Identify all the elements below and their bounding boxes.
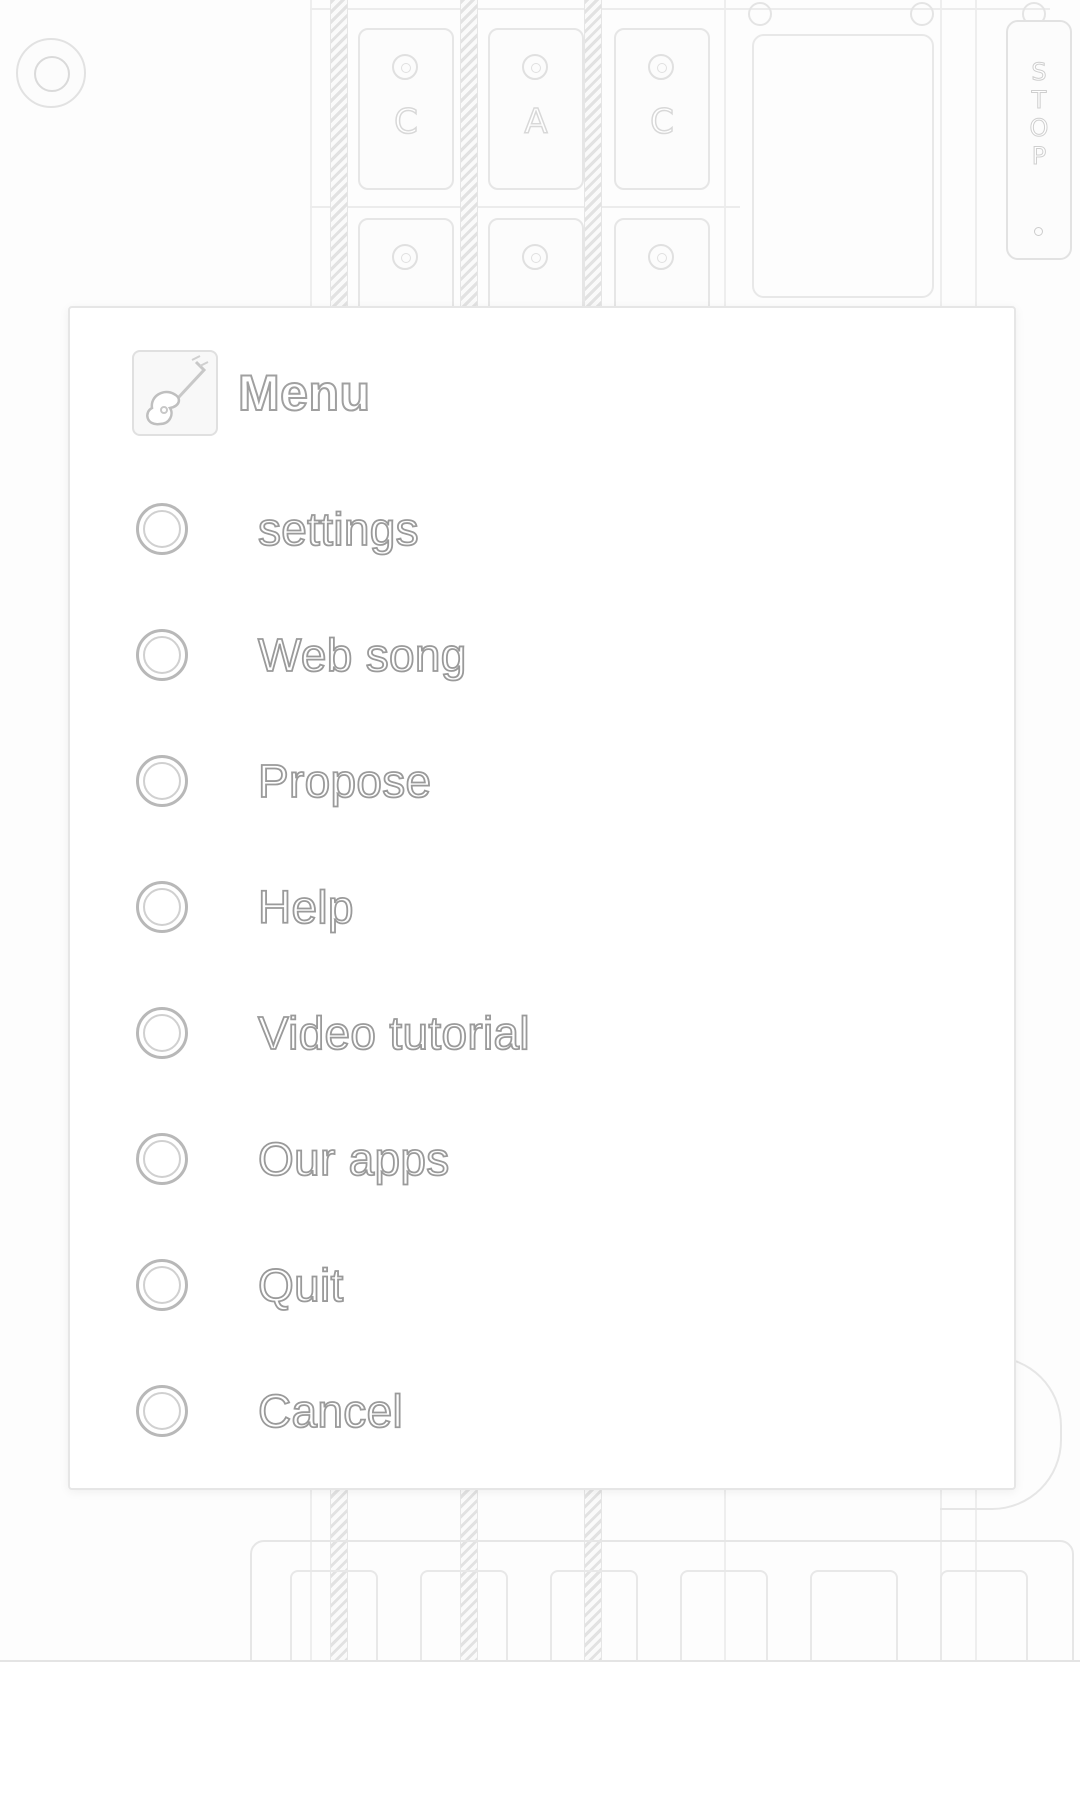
menu-item-settings[interactable]: settings <box>70 466 1014 592</box>
menu-dialog: Menu settings Web song Propose Help Vide… <box>68 306 1016 1490</box>
chord-key[interactable]: A <box>488 28 584 190</box>
radio-button[interactable] <box>136 1133 188 1185</box>
bottom-key[interactable] <box>680 1570 768 1660</box>
menu-item-label: Our apps <box>257 1132 450 1186</box>
dialog-title: Menu <box>237 364 371 422</box>
radio-button[interactable] <box>136 629 188 681</box>
stop-button[interactable]: STOP <box>1006 20 1072 260</box>
radio-button[interactable] <box>136 503 188 555</box>
menu-item-our-apps[interactable]: Our apps <box>70 1096 1014 1222</box>
menu-list: settings Web song Propose Help Video tut… <box>70 466 1014 1474</box>
app-logo-button[interactable] <box>16 38 86 108</box>
top-circle <box>910 2 934 26</box>
menu-item-quit[interactable]: Quit <box>70 1222 1014 1348</box>
chord-key-label: C <box>649 101 674 143</box>
menu-item-web-song[interactable]: Web song <box>70 592 1014 718</box>
dialog-header: Menu <box>132 350 371 436</box>
chord-key-label: C <box>393 101 418 143</box>
guitar-icon <box>132 350 218 436</box>
radio-button[interactable] <box>136 1259 188 1311</box>
song-panel <box>752 34 934 298</box>
menu-item-label: Video tutorial <box>257 1006 530 1060</box>
bottom-key[interactable] <box>940 1570 1028 1660</box>
menu-item-propose[interactable]: Propose <box>70 718 1014 844</box>
menu-item-video-tutorial[interactable]: Video tutorial <box>70 970 1014 1096</box>
chord-key[interactable]: C <box>614 28 710 190</box>
chord-key[interactable]: C <box>358 28 454 190</box>
chord-key-label: A <box>524 101 549 143</box>
frame-line <box>310 206 740 208</box>
menu-item-label: Quit <box>257 1258 344 1312</box>
top-circle <box>748 2 772 26</box>
frame-line <box>310 8 1050 10</box>
radio-button[interactable] <box>136 755 188 807</box>
menu-item-label: Cancel <box>257 1384 403 1438</box>
menu-item-label: Propose <box>257 754 432 808</box>
stop-label: STOP <box>1029 58 1049 171</box>
bottom-key[interactable] <box>810 1570 898 1660</box>
menu-item-label: Help <box>257 880 354 934</box>
bottom-key[interactable] <box>550 1570 638 1660</box>
radio-button[interactable] <box>136 1007 188 1059</box>
screen-bottom-divider <box>0 1660 1080 1662</box>
radio-button[interactable] <box>136 1385 188 1437</box>
bottom-key[interactable] <box>290 1570 378 1660</box>
menu-item-label: Web song <box>257 628 467 682</box>
menu-item-label: settings <box>257 502 419 556</box>
bottom-key[interactable] <box>420 1570 508 1660</box>
menu-item-cancel[interactable]: Cancel <box>70 1348 1014 1474</box>
radio-button[interactable] <box>136 881 188 933</box>
menu-item-help[interactable]: Help <box>70 844 1014 970</box>
